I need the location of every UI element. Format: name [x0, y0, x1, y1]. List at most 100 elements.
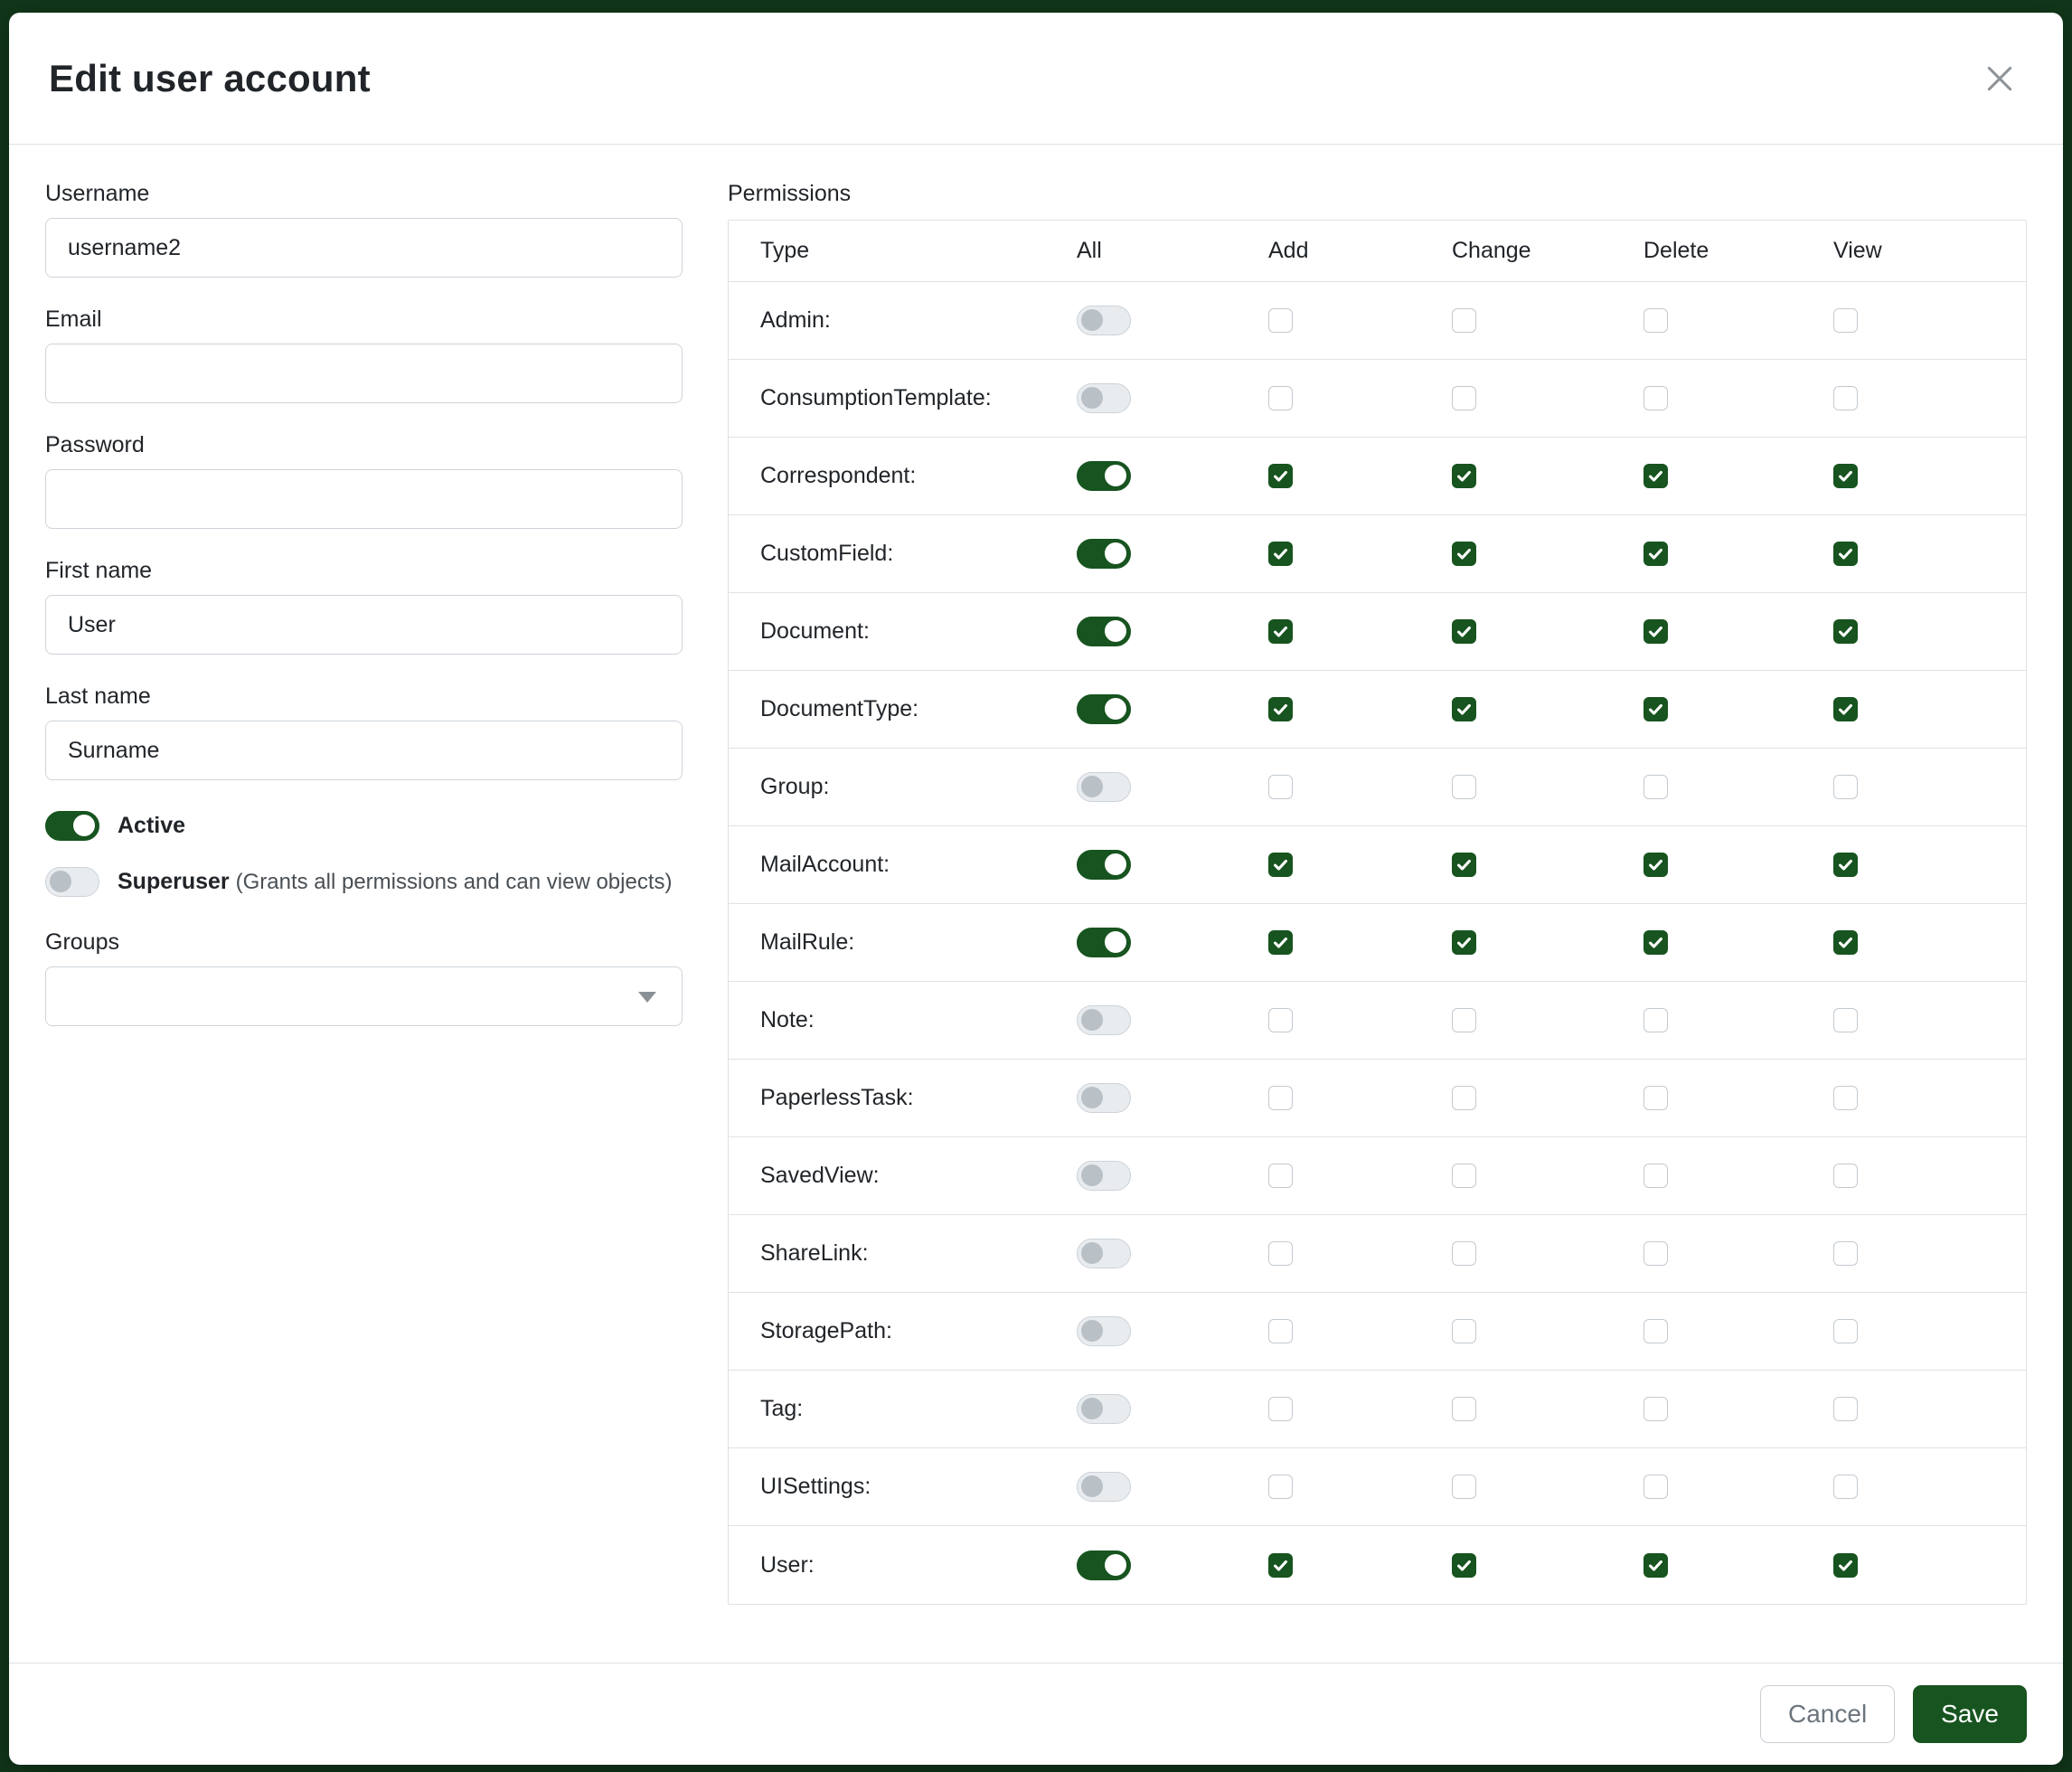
- permission-checkbox-add[interactable]: [1268, 853, 1293, 877]
- permission-checkbox-view[interactable]: [1833, 464, 1858, 488]
- active-toggle[interactable]: [45, 811, 99, 841]
- password-field[interactable]: [45, 469, 683, 529]
- permission-checkbox-add[interactable]: [1268, 1397, 1293, 1421]
- permission-all-toggle[interactable]: [1077, 1161, 1131, 1191]
- permission-checkbox-add[interactable]: [1268, 1164, 1293, 1188]
- permission-checkbox-add[interactable]: [1268, 1553, 1293, 1578]
- permission-checkbox-change[interactable]: [1452, 1241, 1476, 1266]
- permission-all-toggle[interactable]: [1077, 772, 1131, 802]
- permission-checkbox-change[interactable]: [1452, 1475, 1476, 1499]
- permission-all-toggle[interactable]: [1077, 1550, 1131, 1580]
- permission-checkbox-change[interactable]: [1452, 619, 1476, 644]
- permission-checkbox-delete[interactable]: [1643, 697, 1668, 721]
- permission-checkbox-view[interactable]: [1833, 930, 1858, 955]
- permission-checkbox-delete[interactable]: [1643, 386, 1668, 410]
- permission-checkbox-view[interactable]: [1833, 1008, 1858, 1032]
- permission-checkbox-view[interactable]: [1833, 1475, 1858, 1499]
- permission-checkbox-add[interactable]: [1268, 1475, 1293, 1499]
- permission-checkbox-view[interactable]: [1833, 1164, 1858, 1188]
- permission-checkbox-view[interactable]: [1833, 1086, 1858, 1110]
- permission-checkbox-add[interactable]: [1268, 1319, 1293, 1343]
- permission-checkbox-delete[interactable]: [1643, 619, 1668, 644]
- permission-checkbox-add[interactable]: [1268, 308, 1293, 333]
- permission-row: DocumentType:: [729, 671, 2026, 749]
- permission-all-toggle[interactable]: [1077, 461, 1131, 491]
- permission-checkbox-add[interactable]: [1268, 697, 1293, 721]
- permission-checkbox-delete[interactable]: [1643, 1319, 1668, 1343]
- permission-checkbox-add[interactable]: [1268, 619, 1293, 644]
- email-field[interactable]: [45, 344, 683, 403]
- permission-all-toggle[interactable]: [1077, 1005, 1131, 1035]
- permission-checkbox-delete[interactable]: [1643, 1008, 1668, 1032]
- permission-checkbox-change[interactable]: [1452, 1553, 1476, 1578]
- permission-checkbox-view[interactable]: [1833, 619, 1858, 644]
- permission-checkbox-change[interactable]: [1452, 308, 1476, 333]
- first-name-field[interactable]: [45, 595, 683, 655]
- permission-checkbox-delete[interactable]: [1643, 1086, 1668, 1110]
- permission-checkbox-delete[interactable]: [1643, 1475, 1668, 1499]
- permission-checkbox-view[interactable]: [1833, 308, 1858, 333]
- permission-all-toggle[interactable]: [1077, 928, 1131, 957]
- permission-all-toggle[interactable]: [1077, 1083, 1131, 1113]
- permission-checkbox-view[interactable]: [1833, 1319, 1858, 1343]
- save-button[interactable]: Save: [1913, 1685, 2027, 1743]
- permission-all-toggle[interactable]: [1077, 383, 1131, 413]
- permission-checkbox-change[interactable]: [1452, 930, 1476, 955]
- permission-checkbox-add[interactable]: [1268, 1241, 1293, 1266]
- permission-all-toggle[interactable]: [1077, 306, 1131, 335]
- permission-checkbox-add[interactable]: [1268, 1086, 1293, 1110]
- permission-checkbox-change[interactable]: [1452, 464, 1476, 488]
- permission-checkbox-add[interactable]: [1268, 542, 1293, 566]
- permission-all-toggle[interactable]: [1077, 617, 1131, 646]
- permission-checkbox-view[interactable]: [1833, 853, 1858, 877]
- permission-checkbox-change[interactable]: [1452, 1397, 1476, 1421]
- permission-checkbox-delete[interactable]: [1643, 464, 1668, 488]
- superuser-toggle[interactable]: [45, 867, 99, 897]
- permission-all-toggle[interactable]: [1077, 850, 1131, 880]
- permission-checkbox-delete[interactable]: [1643, 853, 1668, 877]
- permission-checkbox-view[interactable]: [1833, 542, 1858, 566]
- cancel-button[interactable]: Cancel: [1760, 1685, 1895, 1743]
- permission-checkbox-delete[interactable]: [1643, 775, 1668, 799]
- permission-checkbox-view[interactable]: [1833, 775, 1858, 799]
- permission-checkbox-view[interactable]: [1833, 386, 1858, 410]
- permission-checkbox-delete[interactable]: [1643, 1164, 1668, 1188]
- permission-checkbox-change[interactable]: [1452, 1319, 1476, 1343]
- permission-checkbox-view[interactable]: [1833, 1553, 1858, 1578]
- permission-checkbox-add[interactable]: [1268, 930, 1293, 955]
- permission-checkbox-change[interactable]: [1452, 1164, 1476, 1188]
- permission-all-toggle[interactable]: [1077, 1472, 1131, 1502]
- permission-checkbox-add[interactable]: [1268, 1008, 1293, 1032]
- permission-all-toggle[interactable]: [1077, 1394, 1131, 1424]
- permission-checkbox-add[interactable]: [1268, 775, 1293, 799]
- last-name-field[interactable]: [45, 721, 683, 780]
- permission-checkbox-delete[interactable]: [1643, 930, 1668, 955]
- permission-row: CustomField:: [729, 515, 2026, 593]
- permission-checkbox-add[interactable]: [1268, 464, 1293, 488]
- permission-checkbox-delete[interactable]: [1643, 308, 1668, 333]
- permission-checkbox-change[interactable]: [1452, 697, 1476, 721]
- username-input[interactable]: [45, 218, 683, 278]
- groups-select[interactable]: [45, 966, 683, 1026]
- permission-type-label: ShareLink:: [760, 1240, 1077, 1267]
- permission-checkbox-delete[interactable]: [1643, 1397, 1668, 1421]
- permission-all-toggle[interactable]: [1077, 539, 1131, 569]
- permission-all-toggle[interactable]: [1077, 1239, 1131, 1268]
- permission-checkbox-delete[interactable]: [1643, 1553, 1668, 1578]
- permission-checkbox-view[interactable]: [1833, 1397, 1858, 1421]
- toggle-knob: [1081, 387, 1103, 409]
- permission-checkbox-view[interactable]: [1833, 1241, 1858, 1266]
- permission-checkbox-change[interactable]: [1452, 1086, 1476, 1110]
- close-icon[interactable]: [1976, 55, 2023, 102]
- permission-checkbox-change[interactable]: [1452, 542, 1476, 566]
- permission-checkbox-change[interactable]: [1452, 1008, 1476, 1032]
- permission-all-toggle[interactable]: [1077, 1316, 1131, 1346]
- permission-checkbox-change[interactable]: [1452, 386, 1476, 410]
- permission-all-toggle[interactable]: [1077, 694, 1131, 724]
- permission-checkbox-change[interactable]: [1452, 775, 1476, 799]
- permission-checkbox-add[interactable]: [1268, 386, 1293, 410]
- permission-checkbox-change[interactable]: [1452, 853, 1476, 877]
- permission-checkbox-view[interactable]: [1833, 697, 1858, 721]
- permission-checkbox-delete[interactable]: [1643, 1241, 1668, 1266]
- permission-checkbox-delete[interactable]: [1643, 542, 1668, 566]
